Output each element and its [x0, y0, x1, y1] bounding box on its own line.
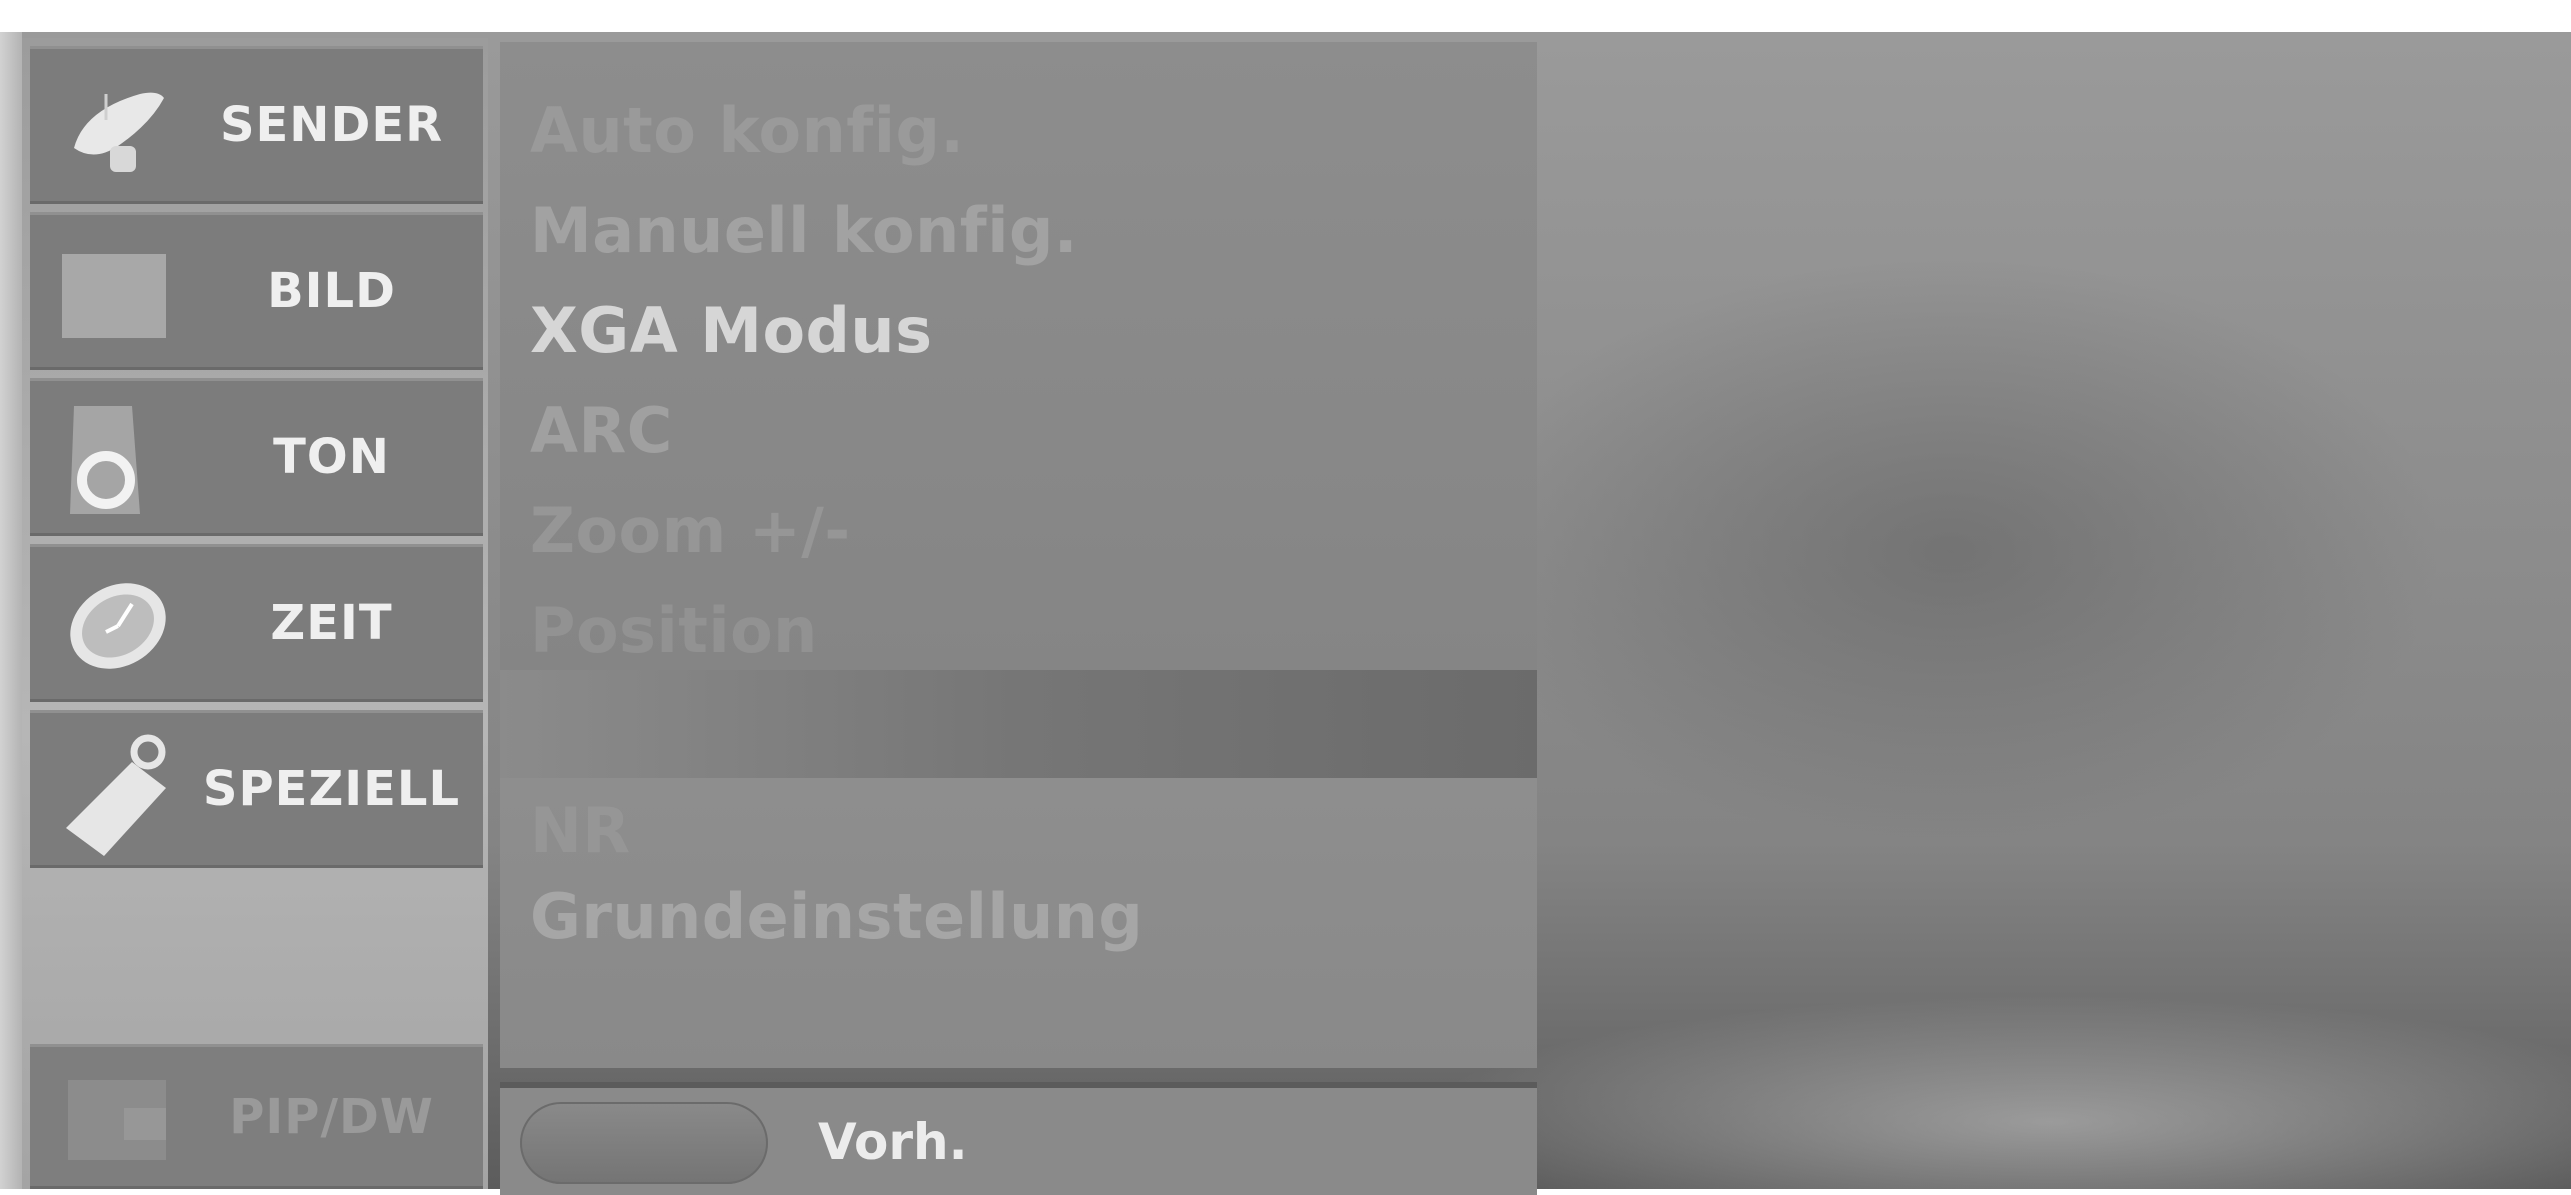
- menu-item-xga-modus[interactable]: XGA Modus: [530, 294, 932, 367]
- menu-item-auto-konfig[interactable]: Auto konfig.: [530, 94, 964, 167]
- sidebar-item-label: SENDER: [219, 97, 444, 153]
- sidebar-item-label: SPEZIELL: [202, 761, 461, 817]
- speaker-icon: [70, 406, 140, 514]
- submenu-panel: Auto konfig. Manuell konfig. XGA Modus A…: [500, 42, 1537, 670]
- menu-item-position[interactable]: Position: [530, 594, 818, 667]
- satellite-dish-icon: [74, 92, 164, 172]
- sidebar-item-label: PIP/DW: [229, 1088, 434, 1145]
- menu-item-grundeinstellung[interactable]: Grundeinstellung: [530, 880, 1143, 953]
- menu-item-manuell-konfig[interactable]: Manuell konfig.: [530, 194, 1078, 267]
- previous-button[interactable]: [520, 1102, 768, 1184]
- tag-icon: [66, 734, 166, 856]
- pip-icon: [68, 1080, 166, 1160]
- screen-edge: [0, 32, 22, 1189]
- sidebar-item-pip-dw[interactable]: PIP/DW: [30, 1044, 483, 1189]
- submenu-lower-panel: NR Grundeinstellung: [500, 778, 1537, 1068]
- sidebar-item-zeit[interactable]: ZEIT: [30, 544, 483, 702]
- picture-icon: [62, 254, 166, 338]
- sidebar-item-label: TON: [273, 429, 390, 485]
- previous-button-label: Vorh.: [818, 1112, 968, 1171]
- sidebar-item-bild[interactable]: BILD: [30, 212, 483, 370]
- selection-band: [500, 670, 1537, 778]
- sidebar-item-speziell[interactable]: SPEZIELL: [30, 710, 483, 868]
- footer-bar: Vorh.: [500, 1082, 1537, 1195]
- sidebar-item-sender[interactable]: SENDER: [30, 46, 483, 204]
- sidebar-item-label: BILD: [267, 263, 396, 319]
- menu-item-nr[interactable]: NR: [530, 794, 631, 867]
- sidebar-item-label: ZEIT: [270, 595, 393, 651]
- menu-item-arc[interactable]: ARC: [530, 394, 673, 467]
- sidebar-item-ton[interactable]: TON: [30, 378, 483, 536]
- clock-icon: [70, 583, 166, 669]
- main-menu-sidebar: SENDER BILD TON ZEIT SPEZIELL PIP/DW: [22, 38, 488, 1189]
- menu-item-zoom[interactable]: Zoom +/-: [530, 494, 851, 567]
